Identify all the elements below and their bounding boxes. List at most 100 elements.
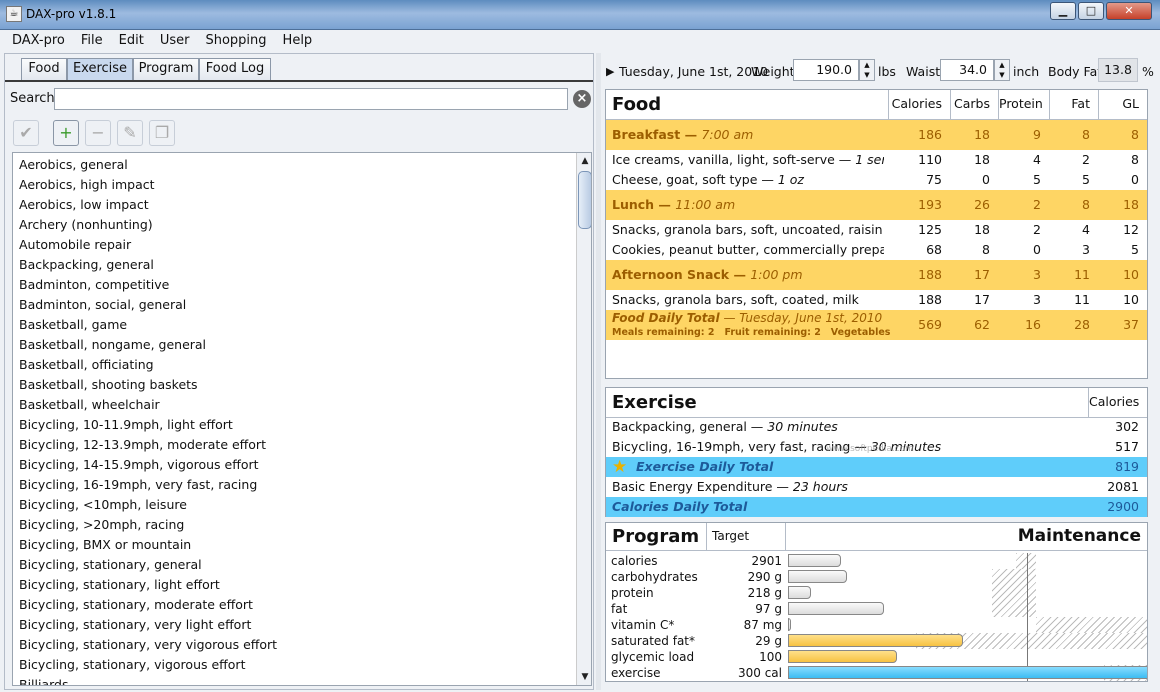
- weight-field[interactable]: 190.0: [793, 59, 859, 81]
- exercise-list-item[interactable]: Badminton, competitive: [19, 275, 579, 295]
- program-rows: calories 2901 carbohydrates 290 g protein 218…: [606, 553, 1147, 681]
- food-row[interactable]: Snacks, granola bars, soft, coated, milk…: [606, 290, 1147, 310]
- gl-value: 5: [1131, 242, 1139, 257]
- program-goal: Maintenance: [1017, 526, 1141, 546]
- weight-spinner[interactable]: ▲ ▼: [859, 59, 875, 81]
- calories-value: 68: [926, 242, 942, 257]
- tab-exercise[interactable]: Exercise: [67, 58, 133, 80]
- food-daily-total[interactable]: Food Daily Total — Tuesday, June 1st, 20…: [606, 310, 1147, 340]
- program-bar: [788, 666, 1147, 679]
- menu-daxpro[interactable]: DAX-pro: [4, 30, 73, 52]
- exercise-list-item[interactable]: Aerobics, low impact: [19, 195, 579, 215]
- food-name: Snacks, granola bars, soft, coated, milk: [612, 292, 859, 307]
- exercise-list-item[interactable]: Bicycling, 14-15.9mph, vigorous effort: [19, 455, 579, 475]
- calories-daily-total[interactable]: Calories Daily Total 2900: [606, 497, 1147, 517]
- search-input[interactable]: [54, 88, 568, 110]
- menu-user[interactable]: User: [152, 30, 198, 52]
- add-icon[interactable]: +: [53, 120, 79, 146]
- scroll-down-icon[interactable]: ▼: [579, 671, 591, 683]
- close-icon[interactable]: ✕: [1106, 2, 1152, 20]
- exercise-list-item[interactable]: Basketball, wheelchair: [19, 395, 579, 415]
- meal-row[interactable]: Afternoon Snack — 1:00 pm 188 17 3 11 10: [606, 260, 1147, 290]
- food-row[interactable]: Cookies, peanut butter, commercially pre…: [606, 240, 1147, 260]
- bodyfat-value: 13.8: [1098, 58, 1138, 82]
- exercise-list-item[interactable]: Aerobics, high impact: [19, 175, 579, 195]
- exercise-list-item[interactable]: Automobile repair: [19, 235, 579, 255]
- exercise-list-item[interactable]: Billiards: [19, 675, 579, 685]
- exercise-list-item[interactable]: Bicycling, stationary, general: [19, 555, 579, 575]
- exercise-list-item[interactable]: Basketball, officiating: [19, 355, 579, 375]
- exercise-list-item[interactable]: Basketball, nongame, general: [19, 335, 579, 355]
- list-scrollbar[interactable]: ▲ ▼: [576, 153, 591, 685]
- food-row[interactable]: Cheese, goat, soft type — 1 oz 75 0 5 5 0: [606, 170, 1147, 190]
- tab-food-log[interactable]: Food Log: [199, 58, 271, 80]
- exercise-list-items: Aerobics, general Aerobics, high impact Ae…: [19, 155, 579, 685]
- exercise-list-item[interactable]: Bicycling, 16-19mph, very fast, racing: [19, 475, 579, 495]
- edit-icon[interactable]: ✎: [117, 120, 143, 146]
- tab-program[interactable]: Program: [133, 58, 199, 80]
- program-row[interactable]: exercise 300 cal: [606, 665, 786, 681]
- tab-food[interactable]: Food: [21, 58, 67, 80]
- program-row[interactable]: carbohydrates 290 g: [606, 569, 786, 585]
- minimize-icon[interactable]: ▁: [1050, 2, 1076, 20]
- col-exercise-calories[interactable]: Calories: [1088, 388, 1147, 418]
- exercise-list-item[interactable]: Bicycling, stationary, light effort: [19, 575, 579, 595]
- exercise-list-item[interactable]: Bicycling, >20mph, racing: [19, 515, 579, 535]
- exercise-list-item[interactable]: Bicycling, BMX or mountain: [19, 535, 579, 555]
- pane-splitter[interactable]: [596, 53, 601, 690]
- exercise-list-item[interactable]: Bicycling, <10mph, leisure: [19, 495, 579, 515]
- remove-icon[interactable]: −: [85, 120, 111, 146]
- program-row[interactable]: vitamin C* 87 mg: [606, 617, 786, 633]
- col-gl[interactable]: GL: [1098, 90, 1147, 120]
- waist-label: Waist: [906, 64, 941, 79]
- col-protein[interactable]: Protein: [998, 90, 1049, 120]
- food-total-title: Food Daily Total — Tuesday, June 1st, 20…: [612, 311, 883, 325]
- program-row[interactable]: protein 218 g: [606, 585, 786, 601]
- menu-file[interactable]: File: [73, 30, 111, 52]
- meal-row[interactable]: Breakfast — 7:00 am 186 18 9 8 8: [606, 120, 1147, 150]
- exercise-list-item[interactable]: Bicycling, stationary, very vigorous eff…: [19, 635, 579, 655]
- calories-value: 186: [918, 127, 942, 142]
- waist-field[interactable]: 34.0: [940, 59, 994, 81]
- exercise-daily-total[interactable]: ★ Exercise Daily Total 819: [606, 457, 1147, 477]
- copy-icon[interactable]: ❐: [149, 120, 175, 146]
- exercise-list-item[interactable]: Bicycling, stationary, moderate effort: [19, 595, 579, 615]
- total-fat: 28: [1074, 317, 1090, 332]
- col-calories[interactable]: Calories: [888, 90, 950, 120]
- exercise-list-item[interactable]: Basketball, shooting baskets: [19, 375, 579, 395]
- menu-bar: DAX-pro File Edit User Shopping Help: [4, 30, 1156, 52]
- program-row[interactable]: saturated fat* 29 g: [606, 633, 786, 649]
- exercise-list-item[interactable]: Backpacking, general: [19, 255, 579, 275]
- expand-arrow-icon[interactable]: ▶: [606, 65, 614, 78]
- maximize-icon[interactable]: □: [1078, 2, 1104, 20]
- exercise-list-item[interactable]: Bicycling, stationary, very light effort: [19, 615, 579, 635]
- basic-energy-row[interactable]: Basic Energy Expenditure — 23 hours 2081: [606, 477, 1147, 497]
- food-quantity: 1 oz: [777, 172, 804, 187]
- exercise-list-item[interactable]: Basketball, game: [19, 315, 579, 335]
- menu-shopping[interactable]: Shopping: [197, 30, 274, 52]
- exercise-list-item[interactable]: Bicycling, stationary, vigorous effort: [19, 655, 579, 675]
- program-row[interactable]: calories 2901: [606, 553, 786, 569]
- food-row[interactable]: Snacks, granola bars, soft, uncoated, ra…: [606, 220, 1147, 240]
- col-carbs[interactable]: Carbs: [950, 90, 998, 120]
- clear-search-icon[interactable]: ×: [573, 90, 591, 108]
- checkmark-icon[interactable]: ✔: [13, 120, 39, 146]
- scroll-thumb[interactable]: [578, 171, 591, 229]
- exercise-row[interactable]: Backpacking, general — 30 minutes 302: [606, 417, 1147, 437]
- scroll-up-icon[interactable]: ▲: [579, 155, 591, 167]
- menu-help[interactable]: Help: [275, 30, 321, 52]
- exercise-list-item[interactable]: Aerobics, general: [19, 155, 579, 175]
- java-cup-icon: ☕: [6, 6, 22, 22]
- food-row[interactable]: Ice creams, vanilla, light, soft-serve —…: [606, 150, 1147, 170]
- program-row[interactable]: glycemic load 100: [606, 649, 786, 665]
- program-row[interactable]: fat 97 g: [606, 601, 786, 617]
- exercise-list-item[interactable]: Bicycling, 12-13.9mph, moderate effort: [19, 435, 579, 455]
- exercise-list-item[interactable]: Archery (nonhunting): [19, 215, 579, 235]
- waist-spinner[interactable]: ▲ ▼: [994, 59, 1010, 81]
- fat-value: 8: [1082, 127, 1090, 142]
- exercise-list-item[interactable]: Badminton, social, general: [19, 295, 579, 315]
- menu-edit[interactable]: Edit: [111, 30, 152, 52]
- col-fat[interactable]: Fat: [1049, 90, 1098, 120]
- exercise-list-item[interactable]: Bicycling, 10-11.9mph, light effort: [19, 415, 579, 435]
- meal-row[interactable]: Lunch — 11:00 am 193 26 2 8 18: [606, 190, 1147, 220]
